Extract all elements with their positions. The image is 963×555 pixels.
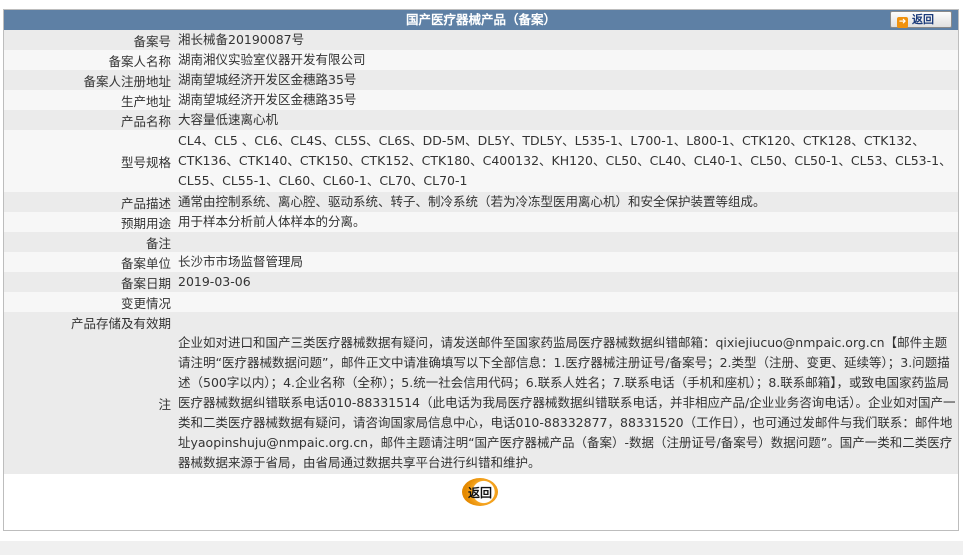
row-label: 注 [4,332,174,474]
back-button-bottom[interactable]: 返回 [458,478,504,506]
back-button-top[interactable]: ➜ 返回 [890,11,952,28]
row-label: 备注 [4,232,174,252]
row-label: 变更情况 [4,292,174,312]
row-label: 型号规格 [4,130,174,192]
row-value: 湘长械备20190087号 [174,30,958,50]
back-button-bottom-label: 返回 [467,486,492,500]
row-label: 产品描述 [4,192,174,212]
row-label: 备案号 [4,30,174,50]
table-row: 产品描述 通常由控制系统、离心腔、驱动系统、转子、制冷系统（若为冷冻型医用离心机… [4,192,958,212]
row-value: 湖南望城经济开发区金穗路35号 [174,70,958,90]
table-row: 注 企业如对进口和国产三类医疗器械数据有疑问，请发送邮件至国家药监局医疗器械数据… [4,332,958,474]
row-label: 生产地址 [4,90,174,110]
row-value: 通常由控制系统、离心腔、驱动系统、转子、制冷系统（若为冷冻型医用离心机）和安全保… [174,192,958,212]
row-label: 备案人注册地址 [4,70,174,90]
page-title: 国产医疗器械产品（备案） [405,12,556,27]
row-value: 2019-03-06 [174,272,958,292]
table-row: 变更情况 [4,292,958,312]
table-row: 备案单位 长沙市市场监督管理局 [4,252,958,272]
row-label: 产品存储及有效期 [4,312,174,332]
table-row: 备案人注册地址 湖南望城经济开发区金穗路35号 [4,70,958,90]
row-label: 备案日期 [4,272,174,292]
table-row: 预期用途 用于样本分析前人体样本的分离。 [4,212,958,232]
row-value [174,312,958,332]
row-value: 长沙市市场监督管理局 [174,252,958,272]
title-bar: 国产医疗器械产品（备案） ➜ 返回 [4,10,958,30]
row-value [174,232,958,252]
table-row: 备案人名称 湖南湘仪实验室仪器开发有限公司 [4,50,958,70]
table-row: 备案日期 2019-03-06 [4,272,958,292]
row-value: 大容量低速离心机 [174,110,958,130]
table-row: 产品存储及有效期 [4,312,958,332]
detail-panel: 国产医疗器械产品（备案） ➜ 返回 备案号 湘长械备20190087号 备案人名称… [3,9,959,531]
row-value: 用于样本分析前人体样本的分离。 [174,212,958,232]
table-row: 产品名称 大容量低速离心机 [4,110,958,130]
arrow-right-icon: ➜ [897,17,908,28]
info-table: 备案号 湘长械备20190087号 备案人名称 湖南湘仪实验室仪器开发有限公司 … [4,30,958,474]
row-value: CL4、CL5 、CL6、CL4S、CL5S、CL6S、DD-5M、DL5Y、T… [174,130,958,192]
page-footer-strip [0,541,963,555]
row-label: 备案人名称 [4,50,174,70]
footer-actions: 返回 [4,474,958,509]
table-row: 生产地址 湖南望城经济开发区金穗路35号 [4,90,958,110]
row-value: 企业如对进口和国产三类医疗器械数据有疑问，请发送邮件至国家药监局医疗器械数据纠错… [174,332,958,474]
table-row: 备注 [4,232,958,252]
row-value [174,292,958,312]
row-label: 备案单位 [4,252,174,272]
row-value: 湖南望城经济开发区金穗路35号 [174,90,958,110]
back-button-top-label: 返回 [912,13,934,26]
row-label: 产品名称 [4,110,174,130]
table-row: 型号规格 CL4、CL5 、CL6、CL4S、CL5S、CL6S、DD-5M、D… [4,130,958,192]
table-row: 备案号 湘长械备20190087号 [4,30,958,50]
row-value: 湖南湘仪实验室仪器开发有限公司 [174,50,958,70]
row-label: 预期用途 [4,212,174,232]
